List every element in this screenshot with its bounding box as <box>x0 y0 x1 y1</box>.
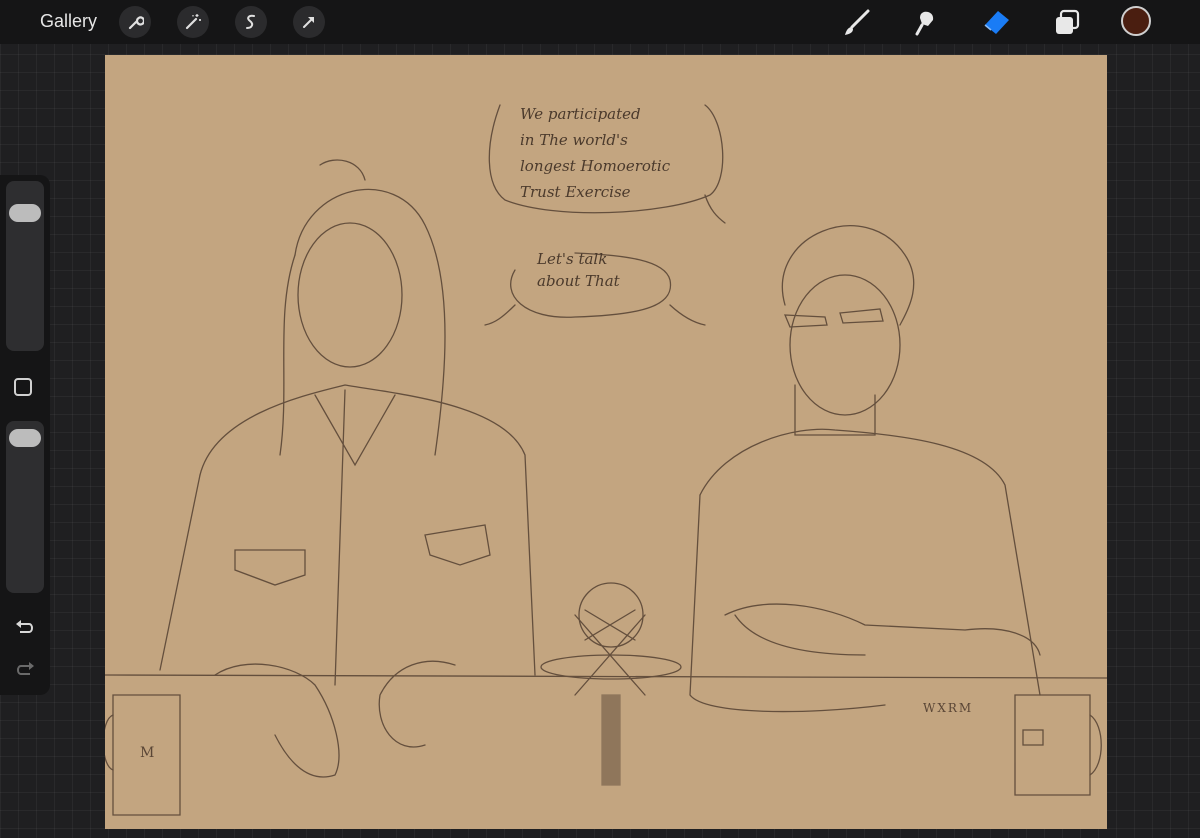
adjustments-button[interactable] <box>177 6 209 38</box>
layers-button[interactable] <box>1050 6 1084 40</box>
brush-size-slider[interactable] <box>6 181 44 351</box>
smudge-icon <box>915 11 934 36</box>
actions-button[interactable] <box>119 6 151 38</box>
brush-size-knob[interactable] <box>9 203 41 222</box>
layers-icon <box>1056 9 1080 34</box>
eraser-button[interactable] <box>979 6 1013 40</box>
color-swatch-button[interactable] <box>1121 6 1151 36</box>
left-sidebar <box>0 175 50 695</box>
smudge-button[interactable] <box>908 6 942 40</box>
mug-label: M <box>140 745 157 761</box>
eraser-icon <box>984 11 1009 34</box>
opacity-knob[interactable] <box>9 428 41 447</box>
speech-bubble-large-text: We participated in The world's longest H… <box>520 105 671 201</box>
arrow-transform-icon <box>303 17 314 28</box>
gallery-button[interactable]: Gallery <box>40 11 97 32</box>
top-toolbar: Gallery <box>0 0 1200 44</box>
magic-wand-icon <box>185 14 201 30</box>
selection-icon <box>246 14 255 29</box>
microphone-stand <box>601 694 621 786</box>
drawing-canvas[interactable]: We participated in The world's longest H… <box>105 55 1107 829</box>
speech-bubble-small-text: Let's talk about That <box>537 250 620 290</box>
opacity-slider[interactable] <box>6 421 44 593</box>
undo-icon[interactable] <box>14 618 36 638</box>
wrench-icon <box>128 16 144 30</box>
brush-icon <box>845 9 870 35</box>
selection-button[interactable] <box>235 6 267 38</box>
transform-button[interactable] <box>293 6 325 38</box>
redo-icon[interactable] <box>14 660 36 680</box>
brush-button[interactable] <box>840 6 874 40</box>
modify-button[interactable] <box>14 378 32 396</box>
artist-signature: WXRM <box>923 701 974 715</box>
